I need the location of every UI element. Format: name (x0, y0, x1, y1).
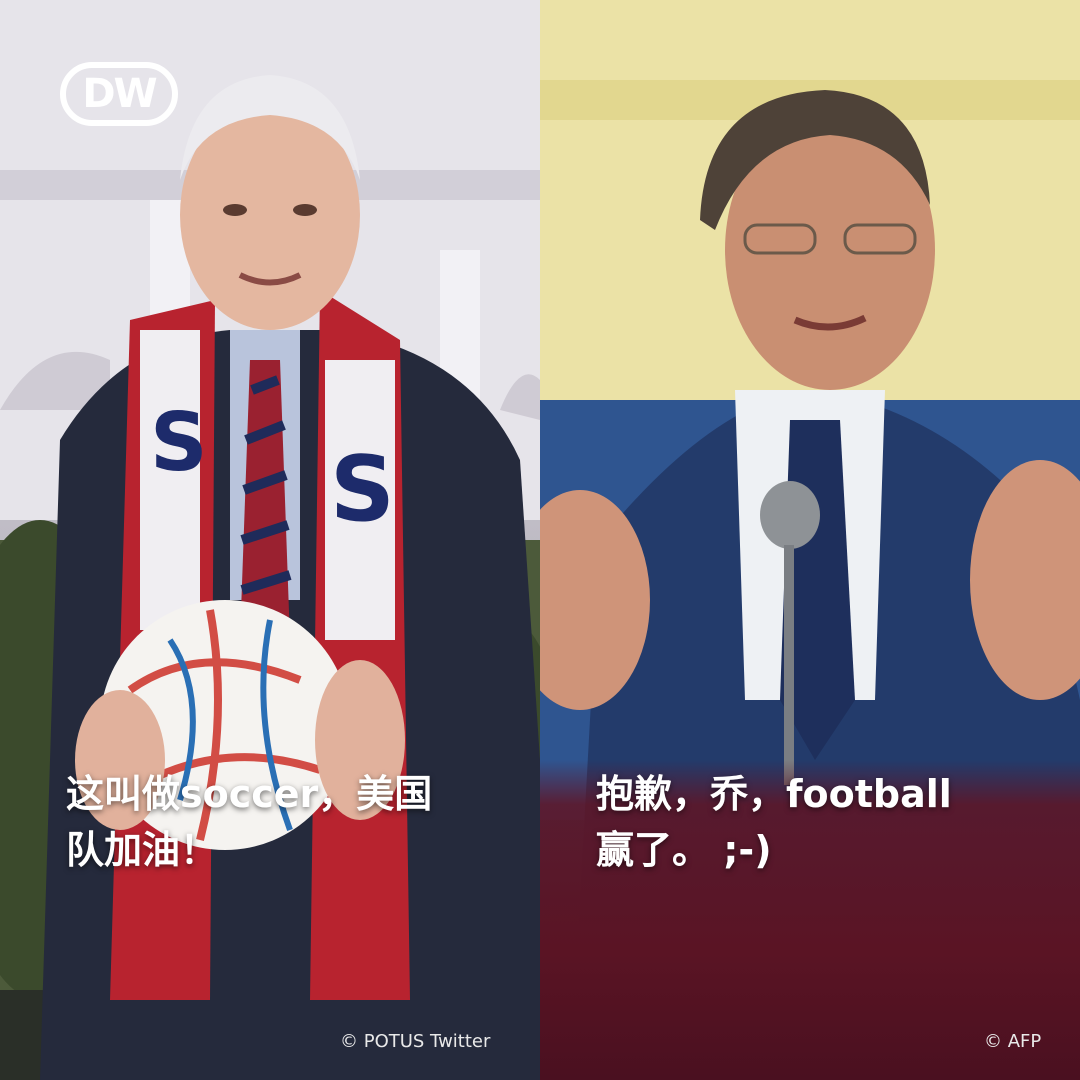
left-caption-line-1: 这叫做soccer，美国 (66, 772, 433, 816)
left-caption-line-2: 队加油！ (66, 828, 219, 872)
left-caption: 这叫做soccer，美国 队加油！ (66, 766, 432, 878)
right-caption-line-1: 抱歉，乔，football (596, 772, 952, 816)
left-photo-credit: © POTUS Twitter (340, 1031, 491, 1052)
dw-logo-text: DW (82, 71, 157, 117)
right-caption: 抱歉，乔，football 赢了。 ;-) (596, 766, 952, 878)
left-photo-panel: S S DW 这叫做soccer，美国 队加油！ © POTUS Twitter (0, 0, 540, 1080)
left-photo-illustration: S S (0, 0, 540, 1080)
dw-logo-icon: DW (60, 62, 178, 126)
meme-image: S S DW 这叫做soccer，美国 队加油！ © POTUS Twitter (0, 0, 1080, 1080)
svg-text:S: S (150, 396, 208, 489)
right-photo-panel: © AFP (540, 0, 1080, 1080)
right-photo-credit: © AFP (984, 1031, 1042, 1052)
right-caption-line-2: 赢了。 ;-) (596, 828, 772, 872)
svg-text:S: S (330, 437, 395, 542)
